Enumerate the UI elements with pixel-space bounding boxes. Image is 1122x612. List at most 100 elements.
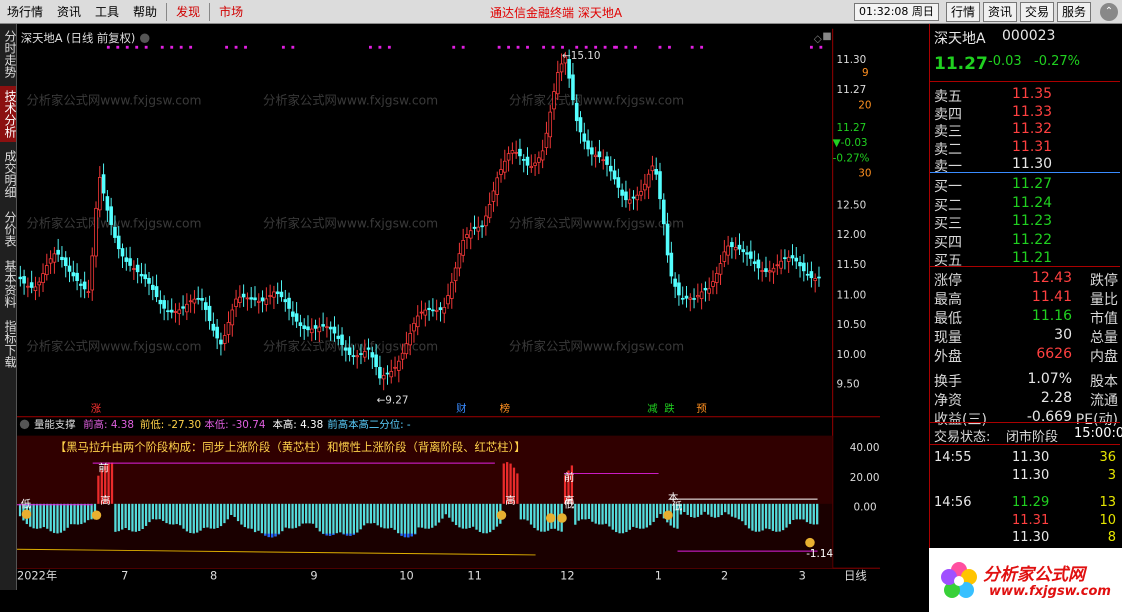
tick-volume: 8 xyxy=(1107,530,1116,545)
stat-label: 涨停 xyxy=(934,273,962,289)
svg-text:10.00: 10.00 xyxy=(836,349,866,361)
tick-price: 11.30 xyxy=(1012,450,1050,465)
event-tag[interactable]: 涨 xyxy=(91,403,102,415)
tick-price: 11.30 xyxy=(1012,530,1050,545)
svg-text:7: 7 xyxy=(121,569,128,583)
svg-text:11: 11 xyxy=(467,569,481,583)
stat-row: 换手 1.07% 股本 xyxy=(930,371,1120,390)
stat-label: 净资 xyxy=(934,393,962,409)
bid-price: 11.21 xyxy=(1012,250,1053,266)
svg-text:-1.14: -1.14 xyxy=(806,548,833,560)
ask-row[interactable]: 卖二 11.31 xyxy=(930,139,1120,158)
service-button[interactable]: 服务 xyxy=(1057,2,1091,22)
event-tag[interactable]: 榜 xyxy=(500,402,510,415)
menu-markets[interactable]: 市场 xyxy=(212,3,250,20)
stat-row: 净资 2.28 流通 xyxy=(930,390,1120,409)
stat-label: 最低 xyxy=(934,311,962,327)
svg-text:11.27: 11.27 xyxy=(836,122,866,134)
ask-row[interactable]: 卖三 11.32 xyxy=(930,121,1120,140)
event-tag[interactable]: 财 xyxy=(456,402,466,415)
bid-row[interactable]: 买一 11.27 xyxy=(930,176,1120,195)
bid-price: 11.24 xyxy=(1012,194,1053,211)
tick-row: 14:55 11.30 36 xyxy=(930,450,1120,469)
ask-label: 卖一 xyxy=(934,159,962,175)
tick-price: 11.30 xyxy=(1012,467,1050,483)
event-tag[interactable]: 减 xyxy=(647,403,658,415)
bid-label: 买二 xyxy=(934,197,962,214)
stat-value: 30 xyxy=(1054,327,1072,343)
svg-text:8: 8 xyxy=(210,569,217,583)
tick-volume: 13 xyxy=(1099,495,1116,510)
stat-label: 现量 xyxy=(934,330,962,346)
svg-text:量能支撑: 量能支撑 xyxy=(34,418,76,431)
svg-text:-0.27%: -0.27% xyxy=(833,152,870,164)
ask-price: 11.33 xyxy=(1012,103,1053,120)
stat-value: 11.16 xyxy=(1031,308,1072,324)
event-tag[interactable]: 预 xyxy=(696,403,706,415)
ad-url: www.fxjgsw.com xyxy=(989,584,1111,599)
event-tag[interactable]: 跌 xyxy=(664,402,675,415)
trade-status-row: 交易状态: 闭市阶段 15:00:0 xyxy=(934,426,1122,445)
stat-label: 最高 xyxy=(934,292,962,308)
kline-title: 深天地A (日线 前复权) xyxy=(21,31,136,45)
bid-row[interactable]: 买四 11.22 xyxy=(930,232,1120,251)
tab-price-table[interactable]: 分价表 xyxy=(0,206,17,252)
stat-label-right: 跌停 xyxy=(1090,273,1118,289)
menu-tools[interactable]: 工具 xyxy=(88,3,126,20)
stat-value: 12.43 xyxy=(1031,270,1072,286)
svg-text:分析家公式网www.fxjgsw.com: 分析家公式网www.fxjgsw.com xyxy=(263,92,438,107)
svg-text:高: 高 xyxy=(100,494,110,507)
trade-button[interactable]: 交易 xyxy=(1020,2,1054,22)
tick-time: 14:56 xyxy=(934,495,972,510)
stat-row: 最低 11.16 市值 xyxy=(930,308,1120,327)
svg-text:低: 低 xyxy=(564,498,575,511)
svg-text:低: 低 xyxy=(21,498,32,511)
menu-divider xyxy=(209,2,211,21)
tick-volume: 36 xyxy=(1099,450,1116,465)
svg-text:分析家公式网www.fxjgsw.com: 分析家公式网www.fxjgsw.com xyxy=(509,216,684,231)
tab-technical[interactable]: 技术分析 xyxy=(0,86,17,142)
menu-help[interactable]: 帮助 xyxy=(126,3,164,20)
tab-fundamentals[interactable]: 基本资料 xyxy=(0,256,17,312)
svg-text:分析家公式网www.fxjgsw.com: 分析家公式网www.fxjgsw.com xyxy=(263,216,438,231)
svg-text:0.00: 0.00 xyxy=(854,501,877,513)
stat-label: 换手 xyxy=(934,374,962,390)
bid-row[interactable]: 买三 11.23 xyxy=(930,213,1120,232)
indicator-banner: 【黑马拉升由两个阶段构成：同步上涨阶段（黄芯柱）和惯性上涨阶段（背离阶段、红芯柱… xyxy=(55,440,526,454)
stat-label: 外盘 xyxy=(934,349,962,365)
chart-area[interactable]: 深天地A (日线 前复权) ◇ 分析家公式网www.fxjgsw.com 分析家公… xyxy=(17,24,880,590)
ask-price: 11.32 xyxy=(1012,121,1053,137)
quote-panel: 深天地A 000023 11.27 -0.03 -0.27% 卖五 11.35 卖四… xyxy=(929,24,1122,612)
square-icon[interactable] xyxy=(823,32,831,41)
menu-market[interactable]: 场行情 xyxy=(0,3,50,20)
ask-price: 11.31 xyxy=(1012,138,1053,155)
chevron-down-icon[interactable] xyxy=(140,33,150,43)
stat-label-right: 市值 xyxy=(1090,311,1118,327)
svg-text:低: 低 xyxy=(672,500,683,513)
menu-discover[interactable]: 发现 xyxy=(169,3,207,20)
ask-row[interactable]: 卖五 11.35 xyxy=(930,86,1120,105)
chevron-up-icon[interactable]: ⌃ xyxy=(1100,3,1118,21)
bid-price: 11.22 xyxy=(1012,231,1053,248)
svg-text:11.27: 11.27 xyxy=(836,84,866,96)
bid-row[interactable]: 买二 11.24 xyxy=(930,195,1120,214)
ask-price: 11.30 xyxy=(1012,156,1053,172)
chevron-down-icon[interactable] xyxy=(19,419,30,430)
news-button[interactable]: 资讯 xyxy=(983,2,1017,22)
tab-trades[interactable]: 成交明细 xyxy=(0,146,17,202)
bid-price: 11.23 xyxy=(1012,213,1053,229)
high-annotation: ←15.10 xyxy=(562,50,600,62)
diamond-icon[interactable]: ◇ xyxy=(814,33,822,45)
ask-row[interactable]: 卖四 11.33 xyxy=(930,104,1120,123)
tab-intraday[interactable]: 分时走势 xyxy=(0,26,17,82)
svg-text:分析家公式网www.fxjgsw.com: 分析家公式网www.fxjgsw.com xyxy=(509,92,684,107)
quote-button[interactable]: 行情 xyxy=(946,2,980,22)
svg-text:本低: -30.74: 本低: -30.74 xyxy=(204,418,265,431)
menu-news[interactable]: 资讯 xyxy=(50,3,88,20)
menu-bar: 场行情 资讯 工具 帮助 发现 市场 通达信金融终端 深天地A深天地A 01:3… xyxy=(0,0,1122,24)
bid-label: 买五 xyxy=(934,253,962,269)
tab-indicator-download[interactable]: 指标下载 xyxy=(0,316,17,372)
svg-text:11.30: 11.30 xyxy=(836,54,866,66)
ad-banner[interactable]: 分析家公式网 www.fxjgsw.com xyxy=(929,548,1122,612)
indicator-axis: 40.00 20.00 0.00 xyxy=(850,442,880,514)
